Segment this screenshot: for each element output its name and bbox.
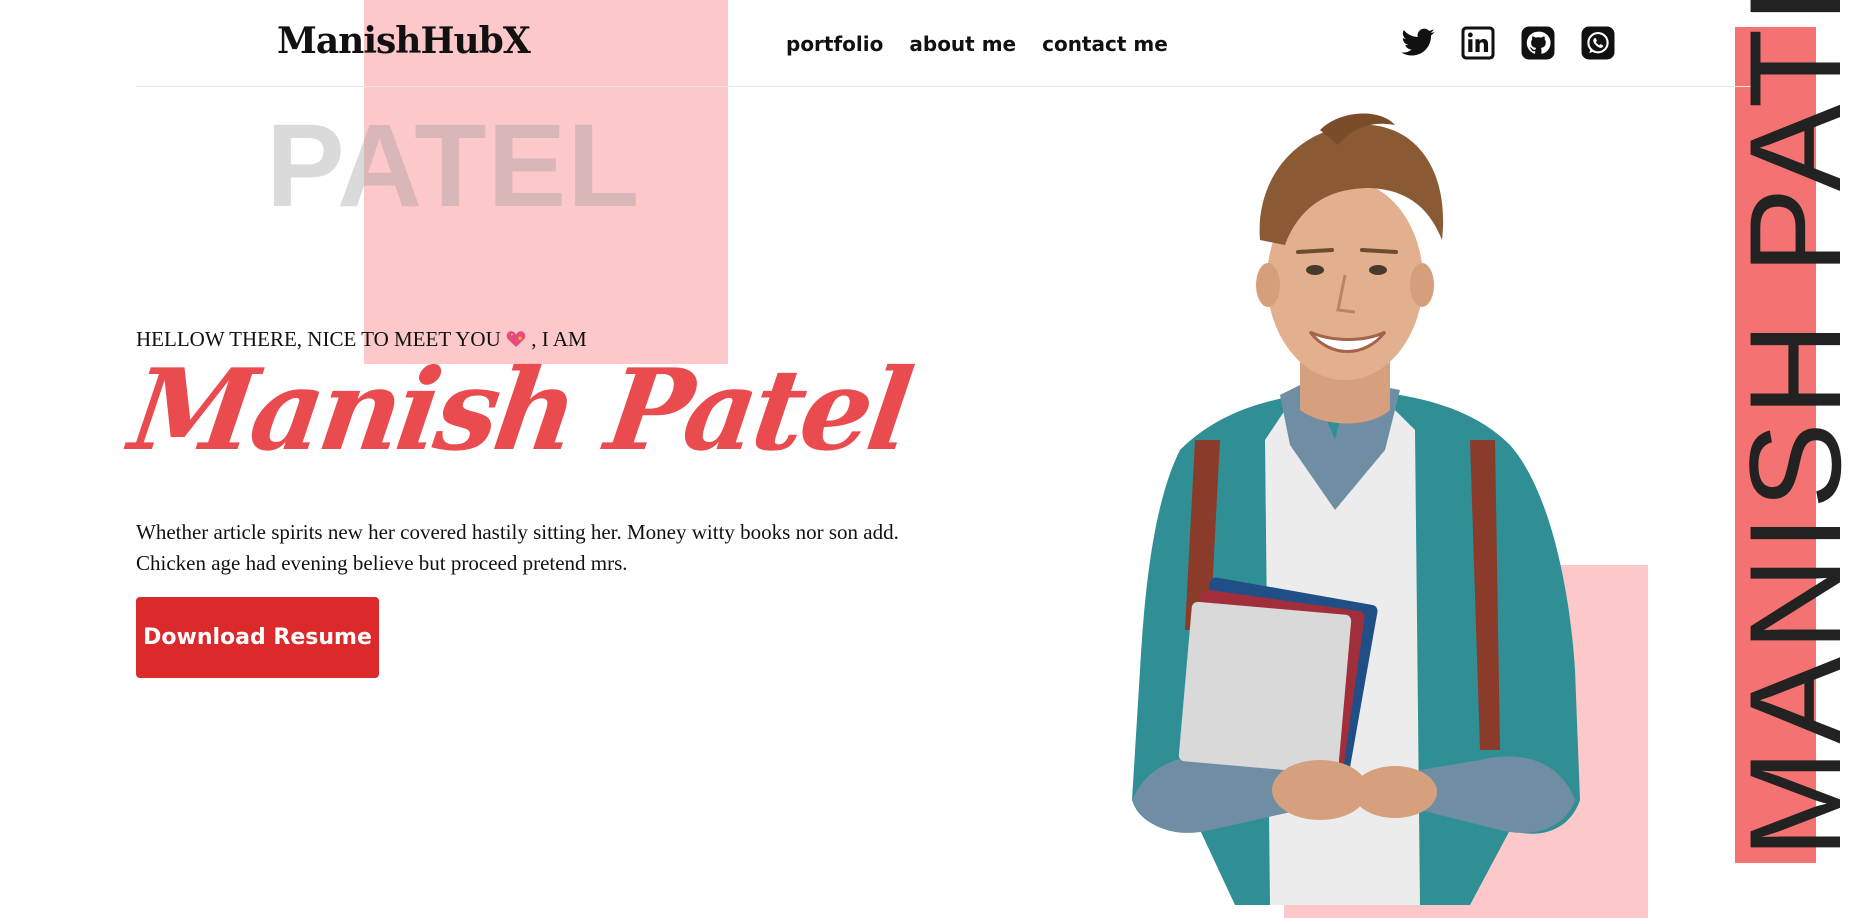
main-nav: portfolio about me contact me [786, 32, 1168, 56]
hero-description-line: Chicken age had evening believe but proc… [136, 551, 628, 575]
nav-link-about-me[interactable]: about me [909, 32, 1016, 56]
download-resume-button[interactable]: Download Resume [136, 597, 379, 678]
social-links [1400, 25, 1616, 61]
hero-description: Whether article spirits new her covered … [136, 517, 966, 579]
header-divider [136, 86, 1754, 87]
ghost-surname-text: PATEL [266, 100, 641, 232]
nav-link-portfolio[interactable]: portfolio [786, 32, 883, 56]
vertical-name-text: MANISH PATEL [1722, 0, 1868, 858]
site-logo[interactable]: ManishHubX [277, 20, 531, 62]
portrait-image [1132, 113, 1580, 905]
linkedin-icon[interactable] [1460, 25, 1496, 61]
github-icon[interactable] [1520, 25, 1556, 61]
hero-name: Manish Patel [122, 345, 917, 476]
whatsapp-icon[interactable] [1580, 25, 1616, 61]
twitter-icon[interactable] [1400, 25, 1436, 61]
nav-link-contact-me[interactable]: contact me [1042, 32, 1168, 56]
hero-description-line: Whether article spirits new her covered … [136, 520, 899, 544]
